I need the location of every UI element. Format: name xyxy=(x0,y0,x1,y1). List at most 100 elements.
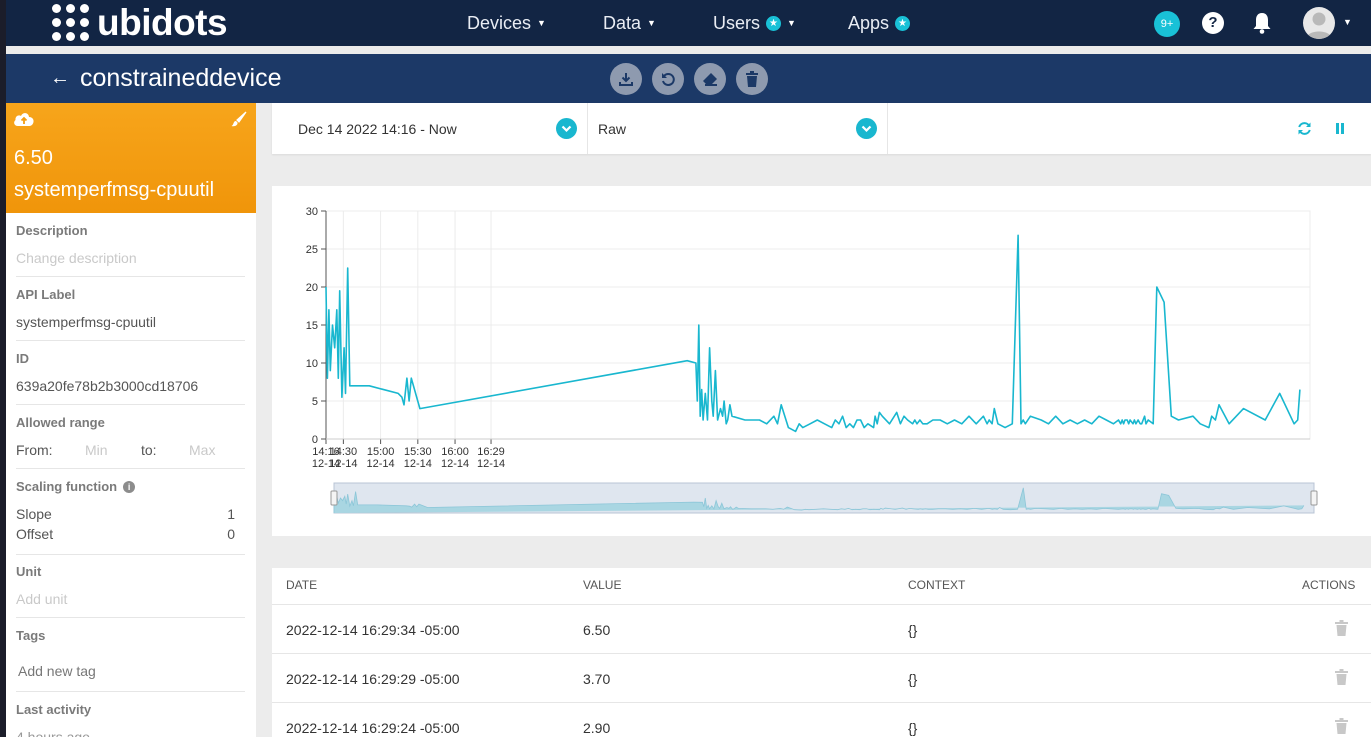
erase-button[interactable] xyxy=(694,63,726,95)
slope-value: 1 xyxy=(227,506,235,522)
pause-icon[interactable] xyxy=(1334,122,1346,135)
delete-button[interactable] xyxy=(736,63,768,95)
y-tick-label: 5 xyxy=(312,396,318,408)
time-series-chart[interactable]: 05101520253014:1612-1414:3012-1415:0012-… xyxy=(272,186,1371,536)
range-max-input[interactable]: Max xyxy=(189,442,215,458)
slope-label: Slope xyxy=(16,506,52,522)
date-range-dropdown[interactable] xyxy=(556,118,577,139)
x-tick-label: 16:29 xyxy=(477,446,505,458)
divider xyxy=(587,103,588,154)
row-context[interactable]: {} xyxy=(908,671,917,687)
help-icon[interactable]: ? xyxy=(1202,12,1224,34)
x-tick-date-label: 12-14 xyxy=(441,458,469,470)
nav-devices-label: Devices xyxy=(467,13,532,33)
aggregation-selector[interactable]: Raw xyxy=(598,121,626,137)
chevron-down-icon: ▼ xyxy=(647,18,656,28)
description-section: Description Change description xyxy=(16,223,245,277)
trash-icon[interactable] xyxy=(1335,620,1348,636)
aggregation-dropdown[interactable] xyxy=(856,118,877,139)
values-table: DATE VALUE CONTEXT ACTIONS 2022-12-14 16… xyxy=(272,568,1371,737)
last-activity-value: 4 hours ago xyxy=(16,729,90,737)
last-activity-section: Last activity 4 hours ago xyxy=(16,702,245,737)
tags-label: Tags xyxy=(16,628,46,643)
logo-dots-icon xyxy=(52,3,91,43)
info-icon[interactable]: i xyxy=(123,481,136,493)
nav-apps[interactable]: Apps ★ xyxy=(848,0,911,46)
column-header-date[interactable]: DATE xyxy=(286,578,317,592)
nav-users[interactable]: Users ★ ▼ xyxy=(713,0,796,46)
table-row[interactable]: 2022-12-14 16:29:24 -05:00 2.90 {} xyxy=(272,703,1371,737)
filter-bar: Dec 14 2022 14:16 - Now Raw xyxy=(272,103,1371,154)
description-label: Description xyxy=(16,223,88,238)
api-label-value[interactable]: systemperfmsg-cpuutil xyxy=(16,314,245,330)
row-context[interactable]: {} xyxy=(908,622,917,638)
y-tick-label: 0 xyxy=(312,434,318,446)
row-date: 2022-12-14 16:29:29 -05:00 xyxy=(286,671,460,687)
id-label: ID xyxy=(16,351,29,366)
x-tick-label: 15:30 xyxy=(404,446,432,458)
row-context[interactable]: {} xyxy=(908,720,917,736)
slope-row[interactable]: Slope 1 xyxy=(16,506,245,522)
row-value: 3.70 xyxy=(583,671,611,687)
nav-apps-label: Apps xyxy=(848,13,890,33)
nav-data-label: Data xyxy=(603,13,642,33)
logo-text: ubidots xyxy=(97,2,228,43)
offset-row[interactable]: Offset 0 xyxy=(16,526,245,542)
ubidots-logo[interactable]: ubidots xyxy=(52,2,228,44)
variable-name: systemperfmsg-cpuutil xyxy=(14,179,215,201)
last-activity-label: Last activity xyxy=(16,702,92,717)
chevron-down-icon[interactable]: ▼ xyxy=(1343,17,1352,27)
tags-input[interactable]: Add new tag xyxy=(18,663,245,679)
table-row[interactable]: 2022-12-14 16:29:34 -05:00 6.50 {} xyxy=(272,605,1371,654)
row-value: 2.90 xyxy=(583,720,611,736)
allowed-range-section: Allowed range From: Min to: Max xyxy=(16,415,245,469)
back-arrow-icon[interactable]: ← xyxy=(50,67,70,90)
undo-icon xyxy=(662,73,675,86)
download-button[interactable] xyxy=(610,63,642,95)
table-header: DATE VALUE CONTEXT ACTIONS xyxy=(272,568,1371,605)
unit-section: Unit Add unit xyxy=(16,564,245,618)
chevron-down-icon xyxy=(561,125,572,133)
user-avatar[interactable] xyxy=(1303,7,1335,39)
paint-brush-icon[interactable] xyxy=(231,111,247,127)
refresh-icon[interactable] xyxy=(1297,121,1312,136)
eraser-icon xyxy=(703,73,717,86)
chevron-down-icon: ▼ xyxy=(787,18,796,28)
y-tick-label: 15 xyxy=(306,320,318,332)
table-row[interactable]: 2022-12-14 16:29:29 -05:00 3.70 {} xyxy=(272,654,1371,703)
row-date: 2022-12-14 16:29:24 -05:00 xyxy=(286,720,460,736)
trash-icon[interactable] xyxy=(1335,669,1348,685)
range-to-label: to: xyxy=(141,442,157,458)
id-section: ID 639a20fe78b2b3000cd18706 xyxy=(16,351,245,405)
range-min-input[interactable]: Min xyxy=(85,442,108,458)
row-value: 6.50 xyxy=(583,622,611,638)
bell-icon[interactable] xyxy=(1251,11,1273,35)
cloud-upload-icon[interactable] xyxy=(13,111,35,127)
navigator-handle-left[interactable] xyxy=(330,490,338,506)
nav-devices[interactable]: Devices ▼ xyxy=(467,0,546,46)
device-header: ← constraineddevice xyxy=(6,54,1371,103)
star-badge-icon: ★ xyxy=(766,15,782,31)
column-header-value[interactable]: VALUE xyxy=(583,578,621,592)
y-tick-label: 20 xyxy=(306,282,318,294)
notification-count-badge[interactable]: 9+ xyxy=(1154,11,1180,37)
undo-button[interactable] xyxy=(652,63,684,95)
trash-icon[interactable] xyxy=(1335,718,1348,734)
date-range-selector[interactable]: Dec 14 2022 14:16 - Now xyxy=(298,121,457,137)
column-header-actions: ACTIONS xyxy=(1302,578,1356,592)
navigator-handle-right[interactable] xyxy=(1310,490,1318,506)
series-line xyxy=(325,234,1301,433)
id-value: 639a20fe78b2b3000cd18706 xyxy=(16,378,199,394)
x-tick-label: 15:00 xyxy=(367,446,395,458)
x-tick-date-label: 12-14 xyxy=(367,458,395,470)
nav-data[interactable]: Data ▼ xyxy=(603,0,656,46)
tags-section: Tags Add new tag xyxy=(16,628,245,692)
variable-last-value: 6.50 xyxy=(14,147,53,169)
top-navbar: ubidots Devices ▼ Data ▼ Users ★ ▼ Apps … xyxy=(6,0,1371,46)
description-input[interactable]: Change description xyxy=(16,250,245,266)
chart-card: 0 5 10 15 20 25 30 14:16 12-14 14:30 12-14 15:00 12-… xyxy=(272,186,1371,536)
unit-input[interactable]: Add unit xyxy=(16,591,245,607)
unit-label: Unit xyxy=(16,564,42,579)
x-tick-label: 16:00 xyxy=(441,446,469,458)
divider xyxy=(887,103,888,154)
